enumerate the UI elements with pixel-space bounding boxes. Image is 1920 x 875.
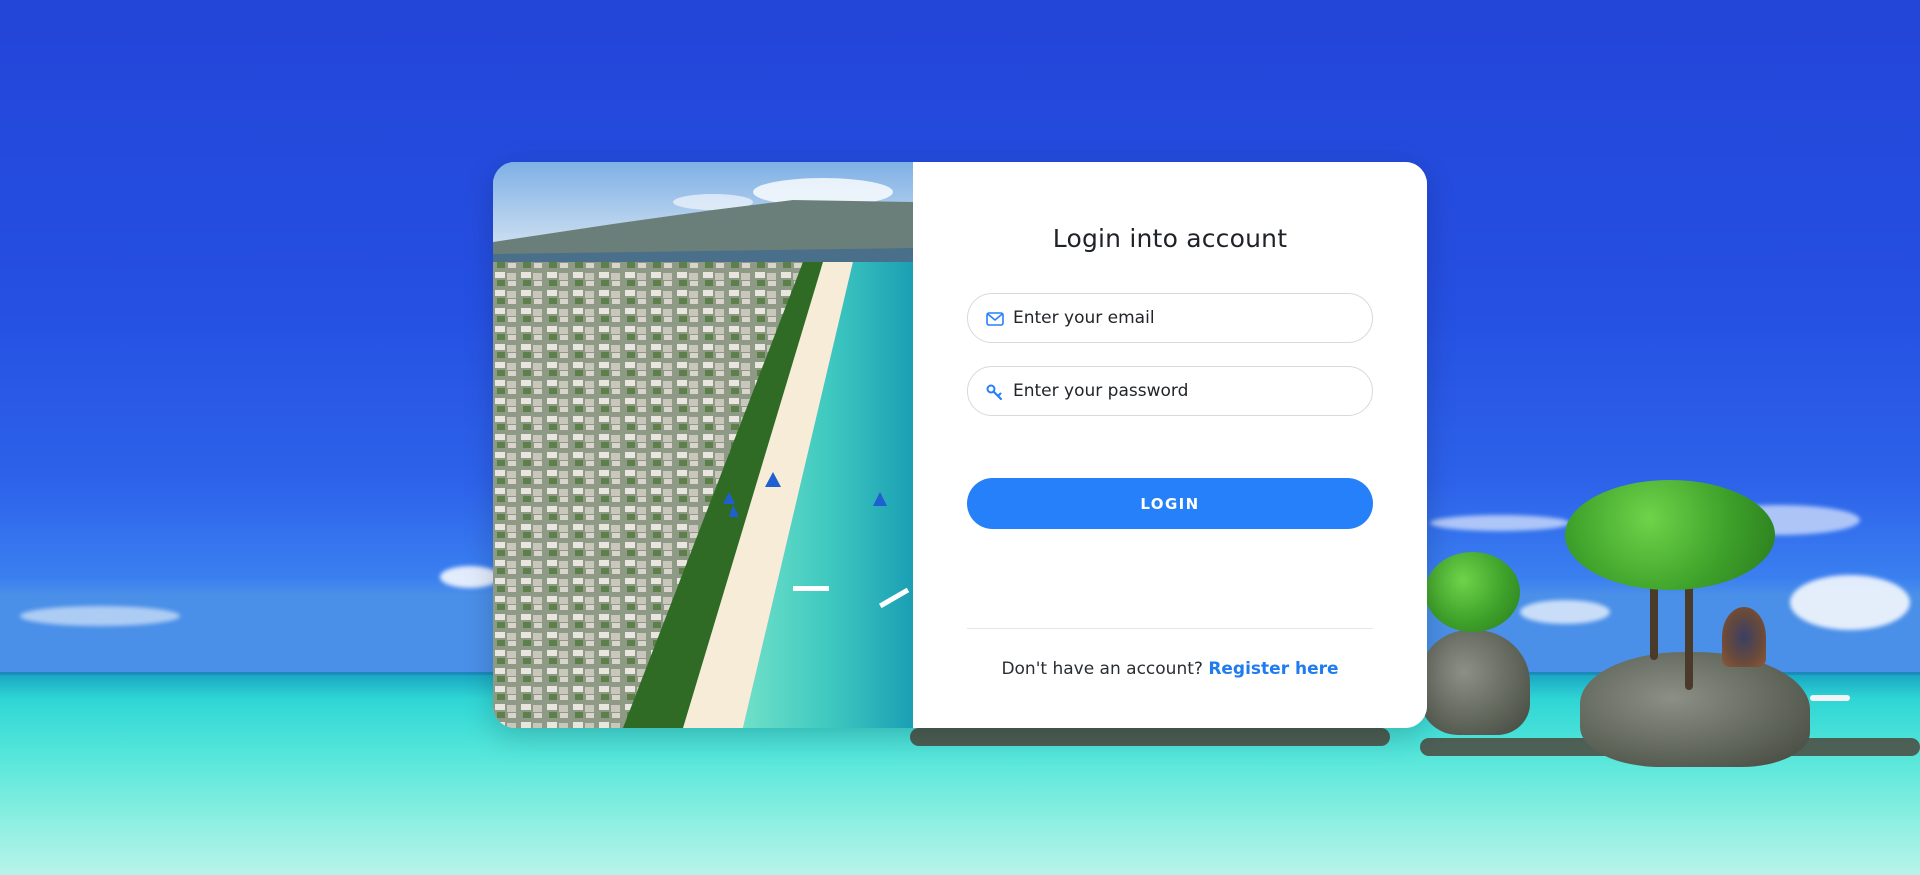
register-prompt: Don't have an account?: [1001, 659, 1203, 679]
background-boat: [1810, 695, 1850, 701]
email-input[interactable]: [1013, 294, 1353, 342]
login-title: Login into account: [1052, 224, 1288, 253]
login-button[interactable]: LOGIN: [967, 478, 1373, 529]
background-tree: [1425, 552, 1520, 632]
background-cloud: [20, 606, 180, 626]
background-rock-island: [1580, 652, 1810, 767]
background-tree: [1565, 480, 1775, 590]
background-reef: [910, 728, 1390, 746]
background-shrine: [1722, 607, 1766, 667]
beach-aerial-illustration: [493, 162, 913, 728]
register-link[interactable]: Register here: [1208, 659, 1338, 679]
divider: [967, 628, 1373, 629]
email-field[interactable]: [967, 293, 1373, 343]
register-prompt-line: Don't have an account? Register here: [913, 659, 1427, 679]
background-cloud: [1430, 515, 1570, 531]
login-card: Login into account LOGIN: [493, 162, 1427, 728]
background-cloud: [440, 566, 500, 588]
beach-aerial-photo: [493, 162, 913, 728]
password-field[interactable]: [967, 366, 1373, 416]
background-cloud: [1790, 575, 1910, 630]
background-cloud: [1520, 600, 1610, 624]
envelope-icon: [985, 309, 1005, 329]
background-rock: [1420, 630, 1530, 735]
key-icon: [985, 382, 1005, 402]
password-input[interactable]: [1013, 367, 1353, 415]
login-form: Login into account LOGIN: [913, 162, 1427, 728]
